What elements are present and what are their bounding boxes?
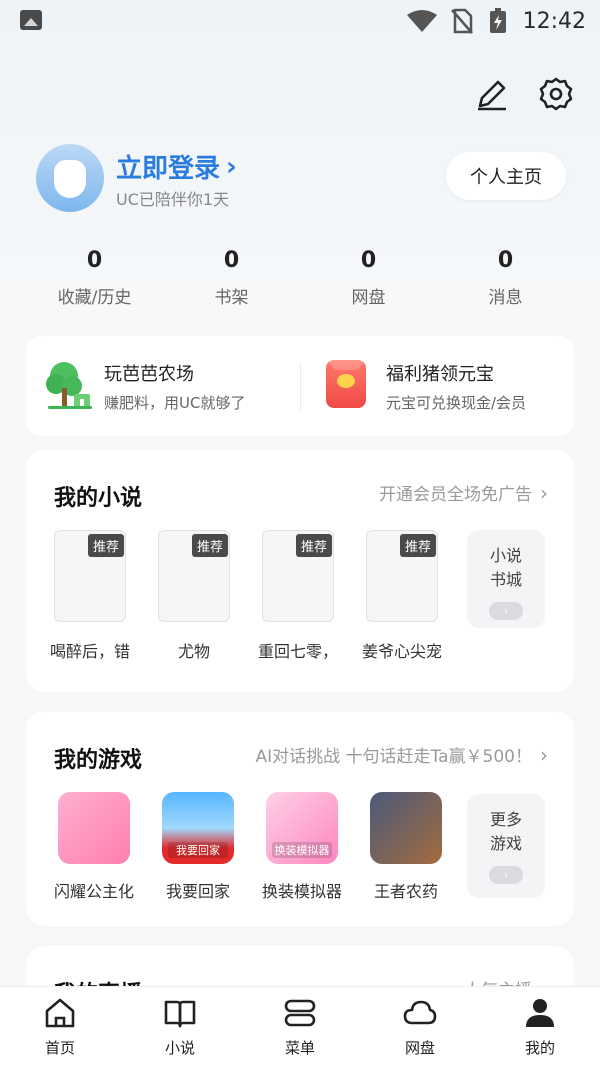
section-title: 我的游戏 [54, 748, 143, 773]
chevron-right-icon: › [489, 866, 523, 884]
homepage-button[interactable]: 个人主页 [446, 152, 566, 200]
nav-menu[interactable]: 菜单 [240, 987, 360, 1066]
nav-label: 我的 [524, 1039, 555, 1057]
game-title: 我要回家 [165, 882, 230, 901]
recommend-badge: 推荐 [88, 534, 125, 557]
section-title: 我的小说 [54, 486, 143, 511]
promo-card: 玩芭芭农场 赚肥料，用UC就够了 福利猪领元宝 元宝可兑换现金/会员 [26, 336, 574, 436]
my-novels-card: 我的小说 开通会员全场免广告 › 推荐 喝醉后，错 推荐 尤物 推荐 重回七零，… [26, 450, 574, 692]
stat-value: 0 [497, 248, 514, 273]
nav-label: 小说 [164, 1039, 195, 1057]
status-bar: 12:42 [0, 0, 600, 44]
stat-value: 0 [223, 248, 240, 273]
game-title: 闪耀公主化 [53, 882, 134, 901]
nav-netdisk[interactable]: 网盘 [360, 987, 480, 1066]
bottom-nav: 首页 小说 菜单 网盘 我的 [0, 986, 600, 1066]
book-title: 尤物 [177, 642, 210, 661]
battery-charging-icon [489, 8, 506, 33]
stat-favorites-history[interactable]: 0 收藏/历史 [26, 248, 163, 308]
more-line-2: 游戏 [489, 834, 522, 853]
game-title: 王者农药 [373, 882, 438, 901]
chevron-right-icon: › [226, 151, 237, 182]
promo-desc: 元宝可兑换现金/会员 [386, 394, 527, 412]
promo-title: 福利猪领元宝 [386, 364, 494, 385]
game-icon: 我要回家 [162, 792, 234, 864]
stat-bookshelf[interactable]: 0 书架 [163, 248, 300, 308]
divider [300, 362, 301, 410]
farm-tree-icon [46, 362, 92, 409]
farm-promo[interactable]: 玩芭芭农场 赚肥料，用UC就够了 [44, 358, 294, 414]
more-games-button[interactable]: 更多 游戏 › [467, 794, 545, 898]
chevron-right-icon: › [540, 480, 548, 505]
image-notification-icon [20, 10, 42, 30]
red-envelope-icon [326, 360, 366, 408]
cloud-icon [403, 1000, 437, 1025]
section-link-label: AI对话挑战 十句话赶走Ta赢￥500！ [255, 747, 532, 767]
avatar[interactable] [36, 144, 104, 212]
novel-store-button[interactable]: 小说 书城 › [467, 530, 545, 628]
wifi-icon [406, 10, 437, 32]
profile-header: 立即登录 › UC已陪伴你1天 个人主页 [36, 144, 566, 214]
recommend-badge: 推荐 [192, 534, 229, 557]
book-title: 喝醉后，错 [49, 642, 130, 661]
top-actions [474, 76, 574, 112]
book-title: 重回七零， [257, 642, 338, 661]
recommend-badge: 推荐 [296, 534, 333, 557]
pig-promo[interactable]: 福利猪领元宝 元宝可兑换现金/会员 [326, 358, 566, 414]
my-games-card: 我的游戏 AI对话挑战 十句话赶走Ta赢￥500！ › 闪耀公主化 我要回家 我… [26, 712, 574, 926]
promo-title: 玩芭芭农场 [104, 364, 194, 385]
companion-days: UC已陪伴你1天 [116, 190, 230, 209]
stat-messages[interactable]: 0 消息 [437, 248, 574, 308]
more-line-1: 小说 [489, 546, 522, 565]
book-icon [164, 1000, 196, 1028]
chevron-right-icon: › [540, 742, 548, 767]
game-icon-label: 我要回家 [168, 842, 228, 858]
stat-netdisk[interactable]: 0 网盘 [300, 248, 437, 308]
stat-label: 消息 [488, 288, 523, 308]
section-link-label: 开通会员全场免广告 [379, 485, 532, 505]
no-sim-icon [450, 8, 473, 34]
more-line-1: 更多 [489, 810, 522, 829]
game-title: 换装模拟器 [261, 882, 342, 901]
nav-label: 首页 [44, 1039, 75, 1057]
home-icon [45, 998, 75, 1028]
nav-label: 菜单 [284, 1039, 315, 1057]
more-line-2: 书城 [489, 570, 522, 589]
stat-label: 收藏/历史 [57, 288, 132, 308]
settings-icon[interactable] [538, 76, 574, 112]
promo-desc: 赚肥料，用UC就够了 [104, 394, 246, 412]
menu-icon [284, 999, 316, 1027]
game-icon [370, 792, 442, 864]
stat-value: 0 [86, 248, 103, 273]
stat-label: 网盘 [351, 288, 386, 308]
vip-ad-free-link[interactable]: 开通会员全场免广告 › [379, 480, 548, 506]
edit-icon[interactable] [474, 76, 510, 112]
nav-novels[interactable]: 小说 [120, 987, 240, 1066]
chevron-right-icon: › [489, 602, 523, 620]
status-time: 12:42 [522, 8, 586, 34]
game-icon-label: 换装模拟器 [272, 842, 332, 858]
stat-value: 0 [360, 248, 377, 273]
nav-label: 网盘 [404, 1039, 435, 1057]
nav-home[interactable]: 首页 [0, 987, 120, 1066]
nav-mine[interactable]: 我的 [480, 987, 600, 1066]
recommend-badge: 推荐 [400, 534, 437, 557]
stat-label: 书架 [214, 288, 249, 308]
ai-challenge-link[interactable]: AI对话挑战 十句话赶走Ta赢￥500！ › [255, 742, 548, 768]
login-label: 立即登录 [116, 154, 221, 184]
game-icon: 换装模拟器 [266, 792, 338, 864]
user-icon [526, 999, 554, 1027]
stats-row: 0 收藏/历史 0 书架 0 网盘 0 消息 [26, 248, 574, 308]
login-link[interactable]: 立即登录 › [116, 148, 237, 185]
book-title: 姜爷心尖宠 [361, 642, 442, 661]
game-icon [58, 792, 130, 864]
